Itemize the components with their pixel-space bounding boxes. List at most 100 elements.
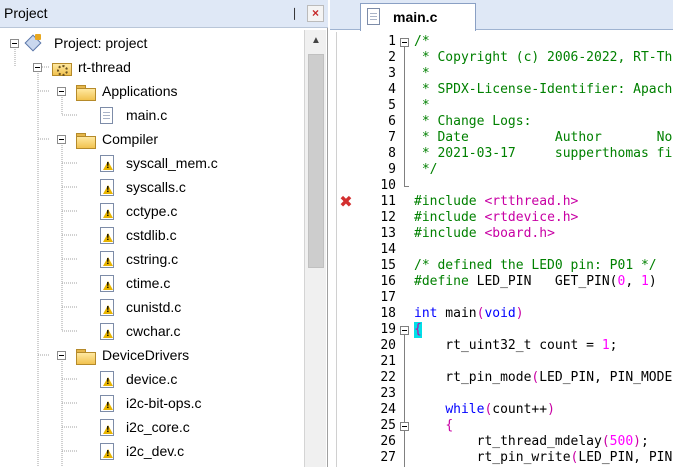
tree-item-project[interactable]: Project: project [0,32,300,56]
line-number: 4 [388,82,396,97]
tree-item-label: i2c-bit-ops.c [126,395,202,411]
fold-guide [404,44,405,186]
code-line[interactable]: #include <rtthread.h> [414,194,578,210]
line-number: 25 [380,418,396,433]
code-line[interactable]: rt_thread_mdelay(500); [414,434,649,450]
tree-item-label: rt-thread [78,59,131,75]
code-line[interactable]: { [414,322,422,338]
line-number: 27 [380,450,396,465]
tree-item-label: main.c [126,107,168,123]
warning-file-icon: ! [100,227,114,244]
code-line[interactable]: /* [414,34,430,50]
tree-item-label: cctype.c [126,203,178,219]
tree-item-file[interactable]: ! syscall_mem.c [0,152,300,176]
line-number: 8 [388,146,396,161]
collapse-icon[interactable] [57,135,66,144]
line-number: 21 [380,354,396,369]
project-panel-header: Project ❘ × [0,0,328,28]
code-line[interactable]: */ [414,162,438,178]
scroll-up-arrow-icon[interactable]: ▲ [308,34,324,48]
code-line[interactable]: /* defined the LED0 pin: P01 */ [414,258,657,274]
code-line[interactable]: #include <rtdevice.h> [414,210,578,226]
line-number: 1 [388,34,396,49]
fold-toggle-icon[interactable] [400,326,409,335]
fold-toggle-icon[interactable] [400,422,409,431]
tab-main-c[interactable]: main.c [360,3,476,31]
tree-item-label: syscalls.c [126,179,186,195]
tree-item-label: syscall_mem.c [126,155,218,171]
tree-item-devicedrivers[interactable]: DeviceDrivers [0,344,300,368]
code-line[interactable]: rt_pin_mode(LED_PIN, PIN_MODE [414,370,672,386]
collapse-icon[interactable] [33,63,42,72]
close-panel-button[interactable]: × [307,5,324,22]
tree-item-file[interactable]: ! cstring.c [0,248,300,272]
tree-item-file[interactable]: ! i2c-bit-ops.c [0,392,300,416]
tree-item-label: DeviceDrivers [102,347,190,363]
tree-item-label: device.c [126,371,178,387]
line-number: 15 [380,258,396,273]
code-line[interactable]: int main(void) [414,306,524,322]
line-number: 19 [380,322,396,337]
code-line[interactable]: rt_uint32_t count = 1; [414,338,617,354]
code-area[interactable]: ✖ 1 /* 2 * Copyright (c) 2006-2022, RT-Th 3… [330,34,673,467]
code-line[interactable]: { [414,418,453,434]
warning-file-icon: ! [100,203,114,220]
tree-item-file[interactable]: ! device.c [0,368,300,392]
tree-item-file[interactable]: ! cunistd.c [0,296,300,320]
c-file-icon [100,107,113,124]
code-line[interactable]: * Copyright (c) 2006-2022, RT-Th [414,50,672,66]
tree-item-file[interactable]: ! cwchar.c [0,320,300,344]
fold-guide [404,332,405,467]
scroll-thumb[interactable] [308,54,324,268]
pin-icon[interactable]: ❘ [286,5,303,22]
tree-item-label: cunistd.c [126,299,182,315]
c-file-icon [367,8,380,25]
tree-item-label: i2c_core.c [126,419,190,435]
editor-tab-strip: main.c [330,0,673,31]
code-line[interactable]: * Date Author No [414,130,672,146]
line-number: 12 [380,210,396,225]
warning-file-icon: ! [100,419,114,436]
line-number: 20 [380,338,396,353]
tree-item-rt-thread[interactable]: rt-thread [0,56,300,80]
code-line[interactable]: * [414,66,430,82]
tree-item-file[interactable]: ! cctype.c [0,200,300,224]
code-line[interactable]: #define LED_PIN GET_PIN(0, 1) [414,274,657,290]
line-number: 16 [380,274,396,289]
fold-toggle-icon[interactable] [400,38,409,47]
code-line[interactable]: * Change Logs: [414,114,532,130]
tree-item-file[interactable]: ! ctime.c [0,272,300,296]
code-line[interactable]: * 2021-03-17 supperthomas fi [414,146,672,162]
tree-item-file[interactable]: ! syscalls.c [0,176,300,200]
line-number: 18 [380,306,396,321]
project-panel-title: Project [4,5,48,21]
warning-file-icon: ! [100,371,114,388]
code-line[interactable]: * [414,98,430,114]
tree-vertical-scrollbar[interactable]: ▲ [304,30,326,467]
collapse-icon[interactable] [57,87,66,96]
line-number: 26 [380,434,396,449]
tree-item-label: cwchar.c [126,323,181,339]
code-line[interactable]: while(count++) [414,402,555,418]
code-line[interactable]: #include <board.h> [414,226,555,242]
collapse-icon[interactable] [10,39,19,48]
code-line[interactable]: * SPDX-License-Identifier: Apach [414,82,672,98]
line-number: 2 [388,50,396,65]
error-marker-icon[interactable]: ✖ [338,194,354,210]
tree-item-file[interactable]: ! i2c_dev.c [0,440,300,464]
project-tree: Project: project rt-thread Applications … [0,30,304,467]
tree-item-file[interactable]: ! i2c_core.c [0,416,300,440]
tree-item-file[interactable]: main.c [0,104,300,128]
line-number: 13 [380,226,396,241]
tree-item-applications[interactable]: Applications [0,80,300,104]
fold-guide-end [404,186,409,187]
tree-item-compiler[interactable]: Compiler [0,128,300,152]
line-number: 6 [388,114,396,129]
code-line[interactable]: rt_pin_write(LED_PIN, PIN [414,450,673,466]
line-number: 11 [380,194,396,209]
tree-item-file[interactable]: ! cstdlib.c [0,224,300,248]
line-number: 3 [388,66,396,81]
collapse-icon[interactable] [57,351,66,360]
warning-file-icon: ! [100,299,114,316]
line-number: 10 [380,178,396,193]
